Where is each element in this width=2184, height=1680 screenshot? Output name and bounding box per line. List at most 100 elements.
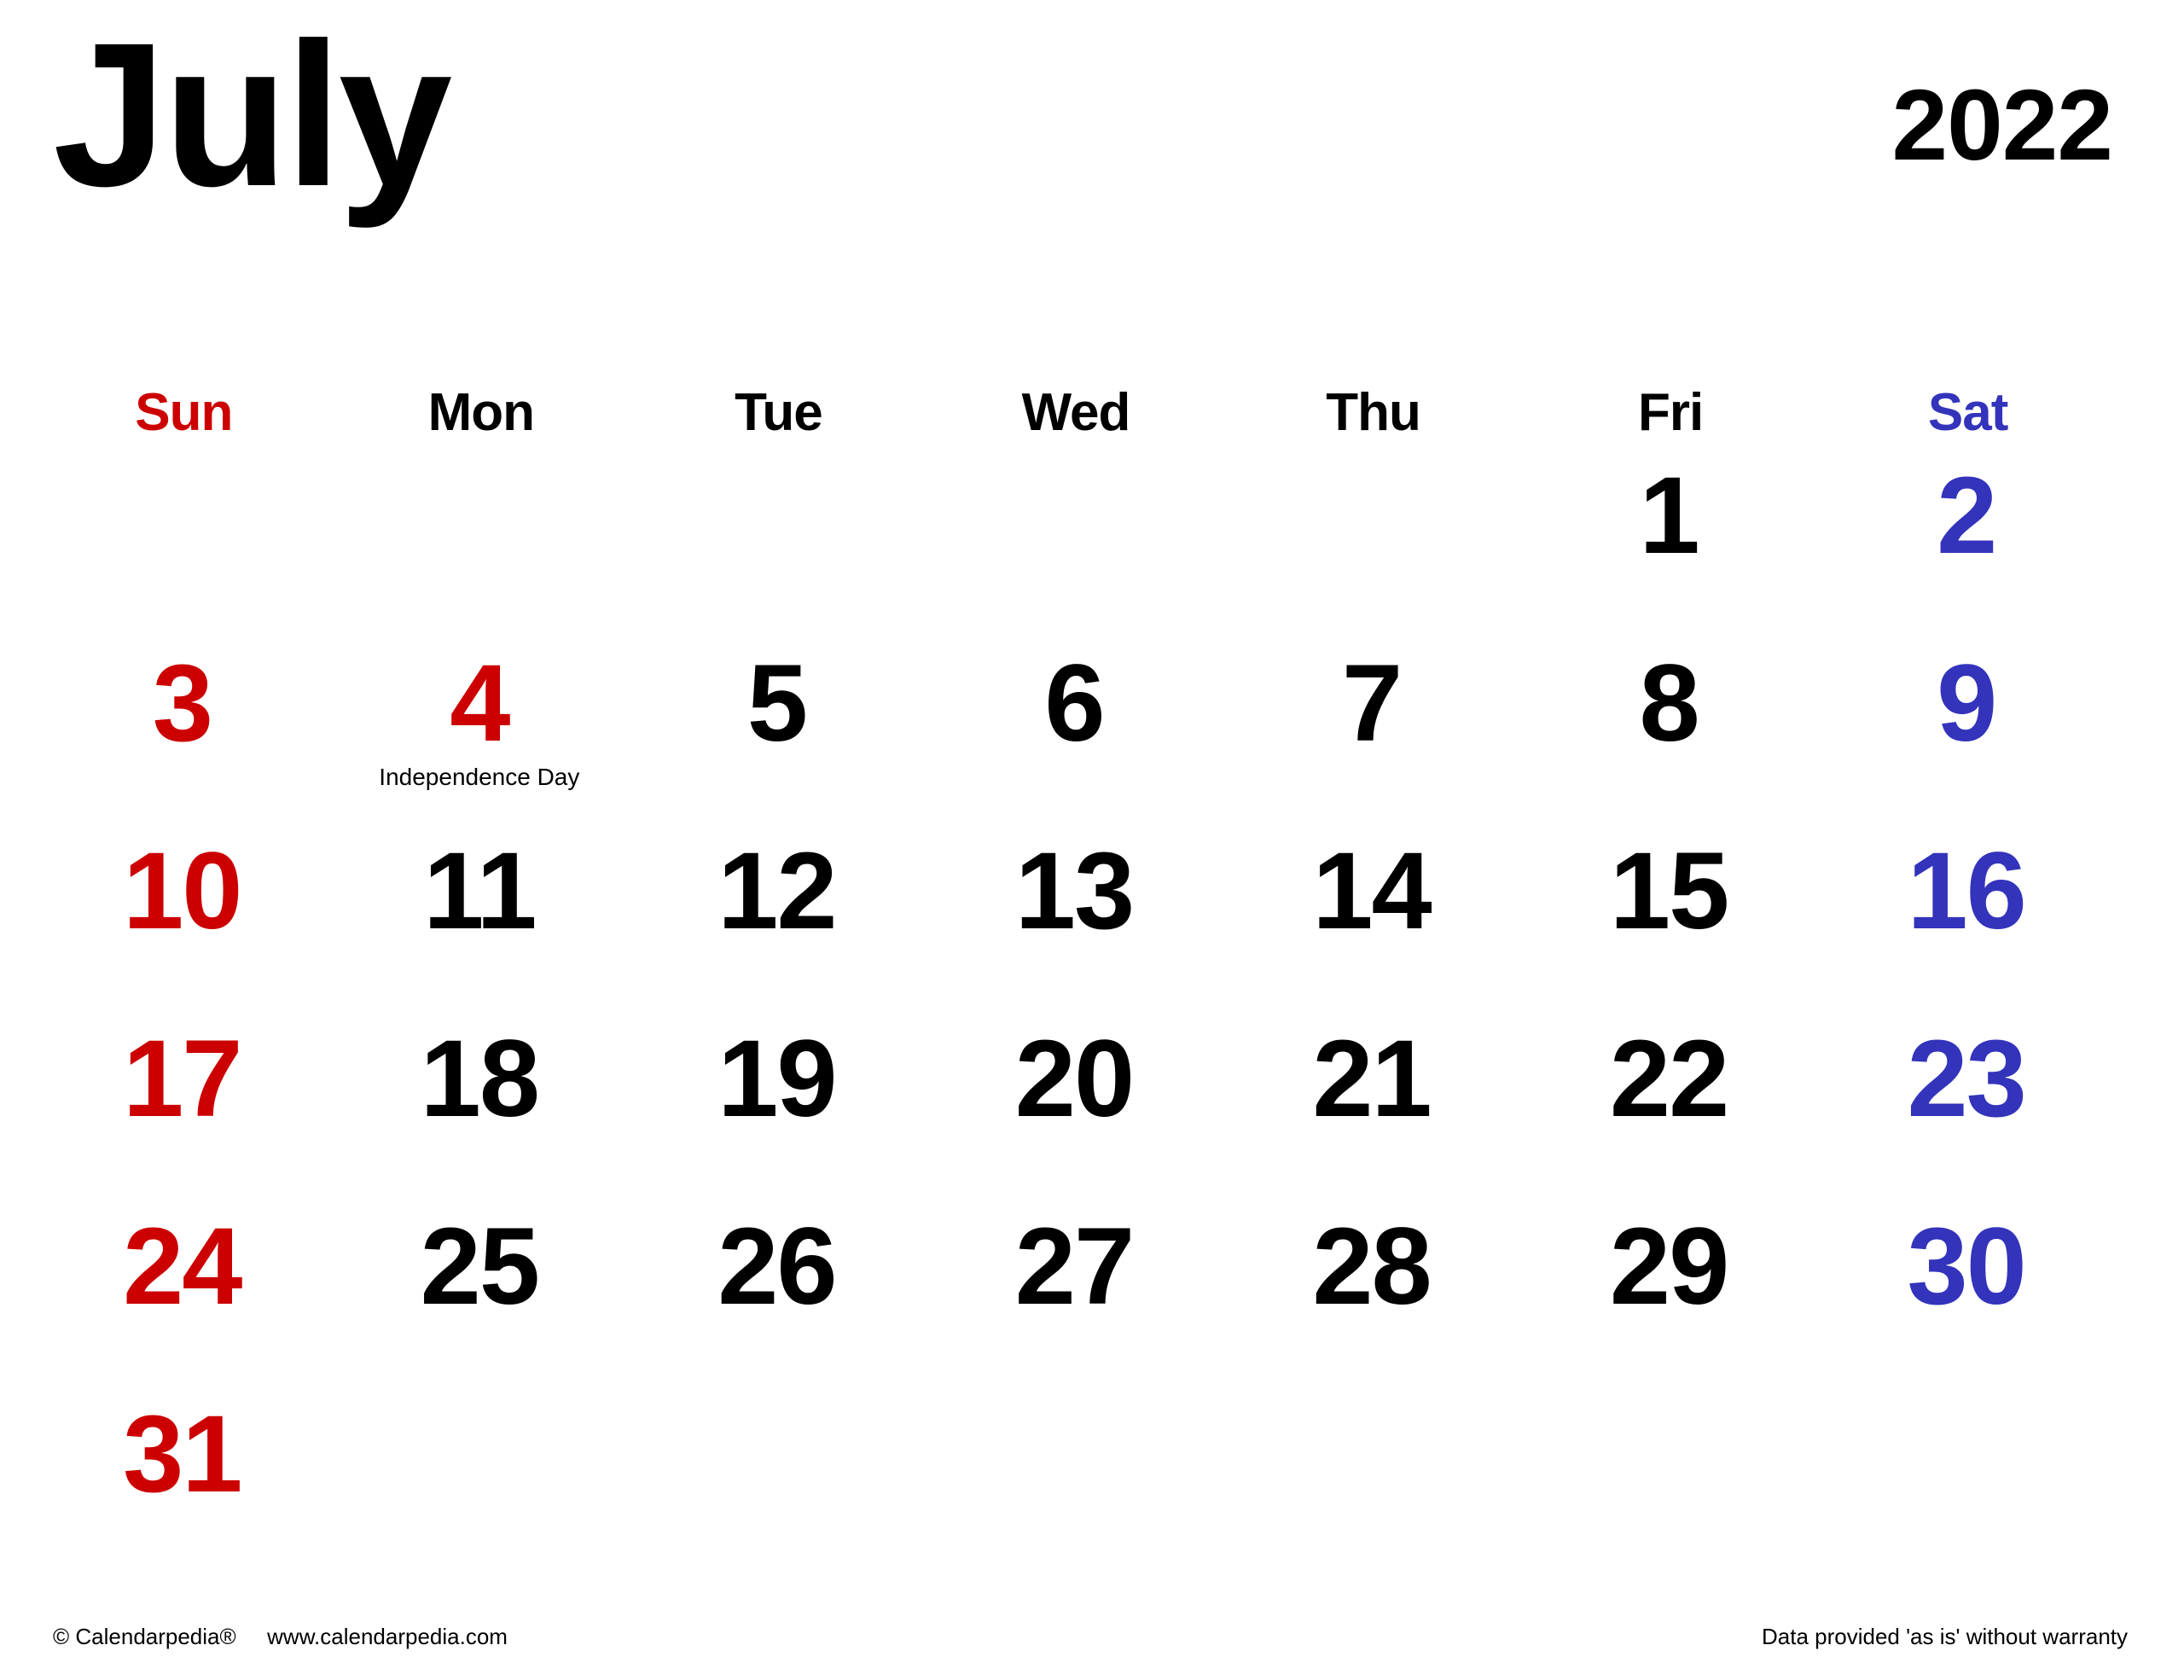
day-number: 19 [717, 1018, 837, 1140]
day-cell[interactable] [39, 452, 337, 640]
week-row: 1 2 [39, 452, 2121, 640]
weekday-label-sat: Sat [1927, 383, 2008, 442]
weekday-column-mon: Mon [337, 374, 635, 452]
week-row: 31 [39, 1391, 2121, 1573]
calendar-page: July 2022 Sun Mon Tue Wed Thu Fri Sat 1 … [0, 0, 2184, 1680]
day-cell[interactable]: 16 [1823, 828, 2121, 1015]
day-number: 18 [420, 1018, 540, 1140]
month-title: July [53, 0, 452, 229]
day-cell[interactable] [1228, 452, 1526, 640]
weekday-label-mon: Mon [427, 383, 535, 442]
day-cell[interactable]: 26 [634, 1203, 932, 1391]
footer-left: © Calendarpedia® www.calendarpedia.com [53, 1624, 508, 1650]
day-number: 26 [717, 1206, 837, 1328]
day-cell[interactable] [932, 452, 1229, 640]
day-cell[interactable] [1228, 1391, 1526, 1573]
day-number: 22 [1609, 1018, 1729, 1140]
disclaimer-text: Data provided 'as is' without warranty [1761, 1624, 2128, 1649]
weekday-column-wed: Wed [932, 374, 1229, 452]
calendar-header: July 2022 [0, 0, 2184, 307]
weekday-header-row: Sun Mon Tue Wed Thu Fri Sat [39, 374, 2121, 452]
day-cell[interactable]: 17 [39, 1015, 337, 1203]
day-number: 1 [1639, 455, 1700, 577]
day-cell[interactable]: 22 [1526, 1015, 1824, 1203]
day-cell[interactable]: 11 [337, 828, 635, 1015]
day-number: 23 [1907, 1018, 2026, 1140]
day-number: 28 [1312, 1206, 1432, 1328]
day-number: 31 [123, 1393, 242, 1515]
day-cell[interactable]: 31 [39, 1391, 337, 1573]
day-cell[interactable]: 13 [932, 828, 1229, 1015]
day-cell[interactable]: 10 [39, 828, 337, 1015]
day-cell[interactable]: 6 [932, 640, 1229, 828]
day-number: 30 [1907, 1206, 2026, 1328]
day-cell[interactable]: 30 [1823, 1203, 2121, 1391]
weekday-column-thu: Thu [1228, 374, 1526, 452]
day-number: 29 [1609, 1206, 1729, 1328]
weekday-column-tue: Tue [634, 374, 932, 452]
day-cell[interactable]: 20 [932, 1015, 1229, 1203]
week-row: 17 18 19 20 21 22 23 [39, 1015, 2121, 1203]
day-cell[interactable] [337, 452, 635, 640]
day-cell[interactable] [1823, 1391, 2121, 1573]
day-cell[interactable]: 28 [1228, 1203, 1526, 1391]
weekday-label-fri: Fri [1637, 383, 1704, 442]
day-cell[interactable]: 21 [1228, 1015, 1526, 1203]
weekday-label-tue: Tue [735, 383, 823, 442]
day-cell[interactable]: 7 [1228, 640, 1526, 828]
day-cell[interactable]: 24 [39, 1203, 337, 1391]
website-link[interactable]: www.calendarpedia.com [267, 1624, 508, 1649]
day-cell[interactable] [337, 1391, 635, 1573]
day-number: 25 [420, 1206, 540, 1328]
day-cell[interactable]: 5 [634, 640, 932, 828]
week-row: 24 25 26 27 28 29 30 [39, 1203, 2121, 1391]
weekday-label-wed: Wed [1021, 383, 1131, 442]
weekday-label-thu: Thu [1326, 383, 1421, 442]
holiday-label: Independence Day [379, 764, 580, 790]
day-number: 12 [717, 830, 837, 952]
day-number: 14 [1312, 830, 1432, 952]
day-cell[interactable] [932, 1391, 1229, 1573]
day-number: 27 [1014, 1206, 1135, 1328]
day-number: 10 [123, 830, 242, 952]
day-cell[interactable]: 9 [1823, 640, 2121, 828]
day-number: 21 [1312, 1018, 1432, 1140]
day-number: 11 [423, 830, 537, 952]
day-number: 4 [450, 642, 510, 764]
day-number: 9 [1937, 642, 1997, 764]
day-number: 17 [123, 1018, 242, 1140]
day-number: 16 [1907, 830, 2026, 952]
weekday-column-sun: Sun [39, 374, 337, 452]
week-row: 3 4 Independence Day 5 6 7 8 9 [39, 640, 2121, 828]
day-cell[interactable]: 8 [1526, 640, 1824, 828]
day-number: 2 [1937, 455, 1997, 577]
year-title: 2022 [1891, 69, 2113, 182]
day-number: 24 [123, 1206, 242, 1328]
day-cell[interactable]: 18 [337, 1015, 635, 1203]
day-cell[interactable] [1526, 1391, 1824, 1573]
day-cell[interactable]: 23 [1823, 1015, 2121, 1203]
day-cell-holiday[interactable]: 4 Independence Day [337, 640, 635, 828]
day-cell[interactable]: 12 [634, 828, 932, 1015]
day-cell[interactable]: 25 [337, 1203, 635, 1391]
weekday-column-sat: Sat [1823, 374, 2121, 452]
weekday-column-fri: Fri [1526, 374, 1824, 452]
weekday-label-sun: Sun [135, 383, 233, 442]
day-cell[interactable] [634, 1391, 932, 1573]
calendar-grid: Sun Mon Tue Wed Thu Fri Sat 1 2 3 4 Inde… [39, 374, 2121, 1573]
day-number: 8 [1639, 642, 1700, 764]
day-cell[interactable]: 29 [1526, 1203, 1824, 1391]
day-cell[interactable]: 14 [1228, 828, 1526, 1015]
day-cell[interactable]: 19 [634, 1015, 932, 1203]
day-number: 7 [1341, 642, 1403, 764]
day-cell[interactable]: 2 [1823, 452, 2121, 640]
day-number: 13 [1014, 830, 1135, 952]
week-row: 10 11 12 13 14 15 16 [39, 828, 2121, 1015]
day-cell[interactable] [634, 452, 932, 640]
day-number: 15 [1609, 830, 1729, 952]
day-cell[interactable]: 1 [1526, 452, 1824, 640]
day-cell[interactable]: 15 [1526, 828, 1824, 1015]
day-cell[interactable]: 3 [39, 640, 337, 828]
copyright-text: © Calendarpedia® [53, 1624, 236, 1649]
day-cell[interactable]: 27 [932, 1203, 1229, 1391]
